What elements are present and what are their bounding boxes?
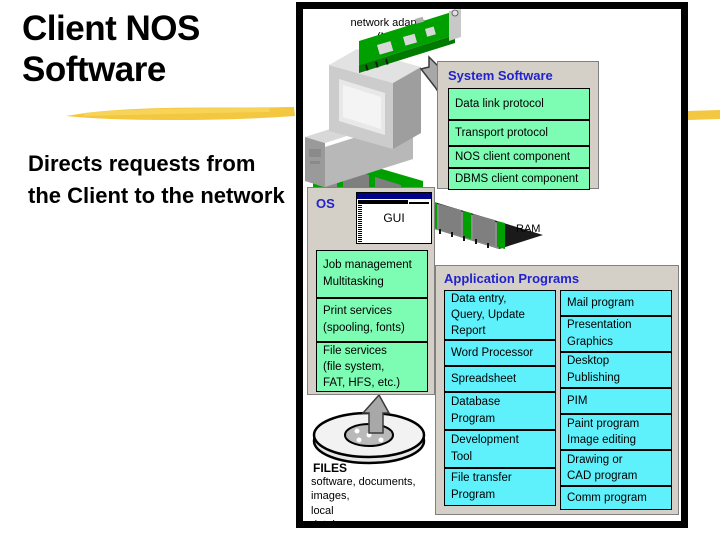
app-item-database-program[interactable]: Database Program — [444, 392, 556, 430]
panel-system-software: System Software Data link protocol Trans… — [437, 61, 599, 190]
page-title: Client NOS Software — [22, 9, 200, 90]
files-detail-label: software, documents, images, local datab… — [311, 476, 416, 528]
highlight-stripe-right — [688, 108, 720, 124]
panel-application-programs: Application Programs Data entry, Query, … — [435, 265, 679, 515]
diagram-canvas: network adapter (NIC) — [303, 9, 681, 521]
system-software-item-data-link[interactable]: Data link protocol — [448, 88, 590, 120]
highlight-stripe-right-svg — [688, 110, 720, 120]
highlight-stripe — [64, 104, 296, 124]
app-item-paint-program[interactable]: Paint program Image editing — [560, 414, 672, 450]
app-item-presentation-graphics[interactable]: Presentation Graphics — [560, 316, 672, 352]
app-item-file-transfer-program[interactable]: File transfer Program — [444, 468, 556, 506]
gui-menubar — [358, 200, 408, 204]
gui-menubar-line — [409, 202, 429, 204]
app-item-development-tool[interactable]: Development Tool — [444, 430, 556, 468]
app-item-data-entry[interactable]: Data entry, Query, Update Report — [444, 290, 556, 340]
highlight-stripe-svg — [66, 107, 295, 120]
app-item-spreadsheet[interactable]: Spreadsheet — [444, 366, 556, 392]
page-subtitle: Directs requests from the Client to the … — [28, 151, 285, 208]
files-heading-label: FILES — [313, 461, 348, 475]
app-item-drawing-cad-program[interactable]: Drawing or CAD program — [560, 450, 672, 486]
app-item-desktop-publishing[interactable]: Desktop Publishing — [560, 352, 672, 388]
gui-window[interactable]: GUI — [356, 192, 432, 244]
os-item-file-services[interactable]: File services (file system, FAT, HFS, et… — [316, 342, 428, 392]
app-item-mail-program[interactable]: Mail program — [560, 290, 672, 316]
gui-titlebar — [357, 193, 431, 199]
diagram-frame: network adapter (NIC) — [296, 2, 688, 528]
system-software-item-dbms-client[interactable]: DBMS client component — [448, 168, 590, 190]
system-software-item-nos-client[interactable]: NOS client component — [448, 146, 590, 168]
ram-label: RAM — [516, 223, 541, 235]
system-software-item-transport[interactable]: Transport protocol — [448, 120, 590, 146]
gui-label: GUI — [383, 211, 405, 225]
os-item-print-services[interactable]: Print services (spooling, fonts) — [316, 298, 428, 342]
app-item-word-processor[interactable]: Word Processor — [444, 340, 556, 366]
panel-os-title: OS — [316, 196, 335, 211]
os-item-job-management[interactable]: Job management Multitasking — [316, 250, 428, 298]
app-item-pim[interactable]: PIM — [560, 388, 672, 414]
panel-os: OS GUI Job management Multitasking Print… — [307, 187, 435, 395]
panel-application-programs-title: Application Programs — [444, 271, 580, 286]
app-item-comm-program[interactable]: Comm program — [560, 486, 672, 510]
panel-system-software-title: System Software — [448, 68, 553, 83]
